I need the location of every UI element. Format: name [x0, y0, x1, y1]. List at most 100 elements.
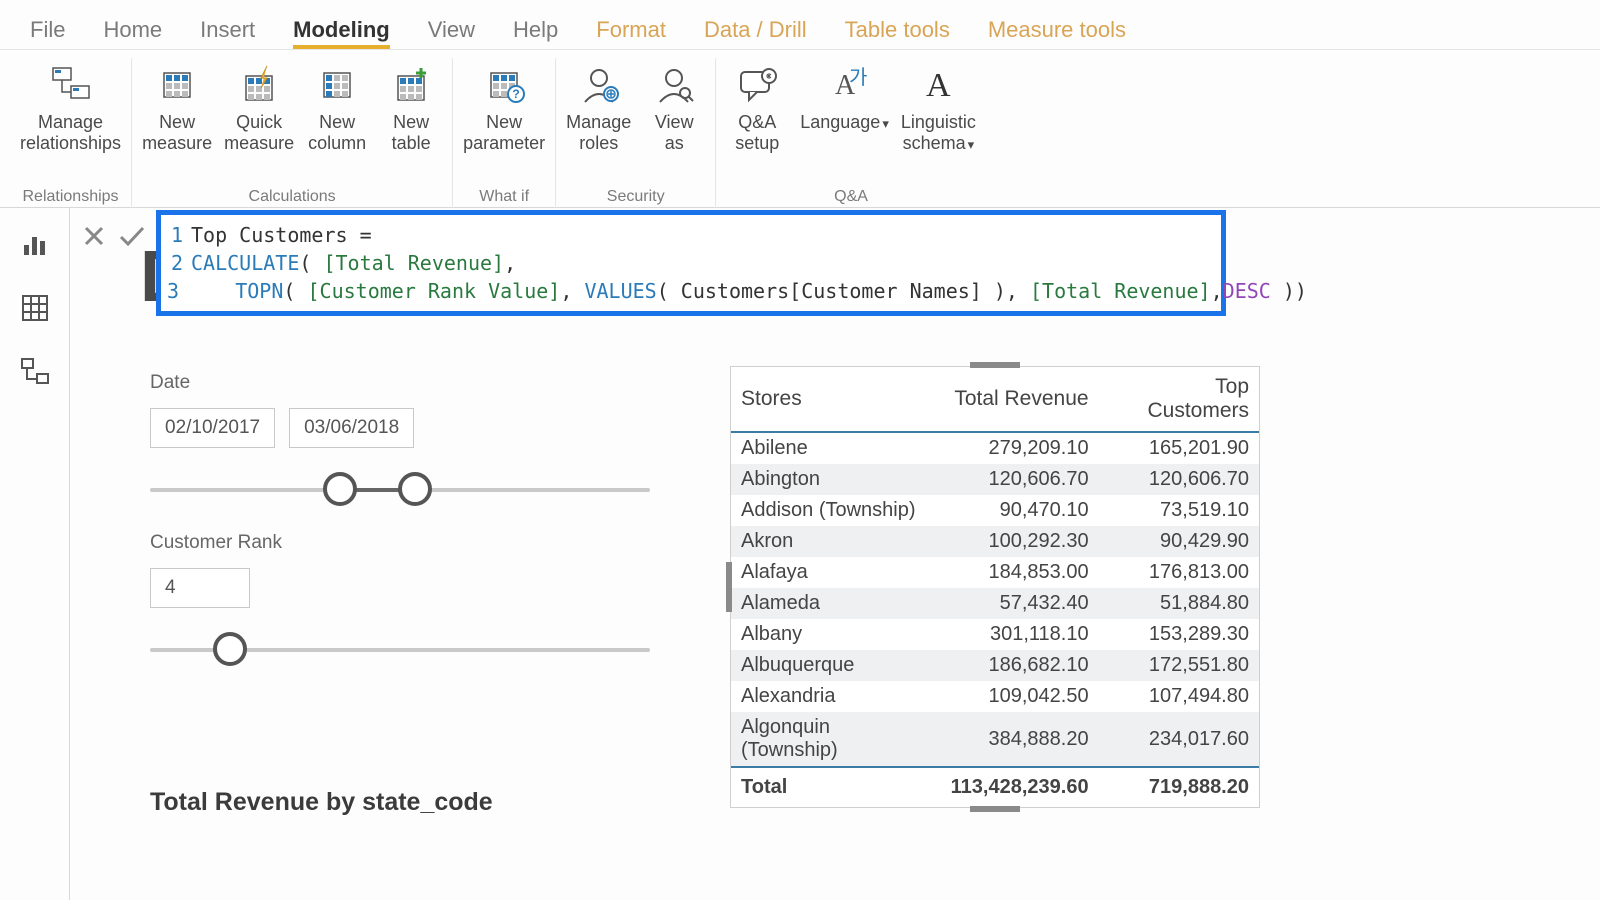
rank-value-input[interactable]: 4	[150, 568, 250, 608]
schema-icon: A	[914, 62, 962, 108]
quick-measure-icon	[235, 62, 283, 108]
date-to-input[interactable]: 03/06/2018	[289, 408, 414, 448]
code-line[interactable]: Top Customers =	[191, 221, 384, 249]
menu-view[interactable]: View	[428, 17, 475, 49]
ribbon-group-calculations: NewmeasureQuickmeasureNewcolumnNewtableC…	[132, 58, 453, 208]
table-row[interactable]: Albuquerque186,682.10172,551.80	[731, 650, 1259, 681]
ribbon-group-label: Relationships	[23, 188, 119, 208]
line-number: 2	[167, 249, 191, 277]
data-icon	[20, 293, 50, 323]
chevron-down-icon: ▾	[882, 116, 889, 131]
value-cell: 109,042.50	[941, 681, 1099, 712]
menu-measure-tools[interactable]: Measure tools	[988, 17, 1126, 49]
manage-relationships-button[interactable]: Managerelationships	[16, 58, 125, 188]
value-cell: 73,519.10	[1099, 495, 1259, 526]
quick-measure-button[interactable]: Quickmeasure	[220, 58, 298, 188]
column-header[interactable]: Total Revenue	[941, 367, 1099, 432]
ribbon-button-label: Q&Asetup	[735, 112, 779, 153]
menu-insert[interactable]: Insert	[200, 17, 255, 49]
menu-file[interactable]: File	[30, 17, 65, 49]
language-button[interactable]: A가Language▾	[796, 58, 893, 188]
column-header[interactable]: Top Customers	[1099, 367, 1259, 432]
table-row[interactable]: Alameda57,432.4051,884.80	[731, 588, 1259, 619]
ribbon-button-label: Viewas	[655, 112, 694, 153]
date-slicer[interactable]: Date 02/10/2017 03/06/2018	[150, 372, 650, 508]
table-row[interactable]: Addison (Township)90,470.1073,519.10	[731, 495, 1259, 526]
view-as-button[interactable]: Viewas	[639, 58, 709, 188]
data-view-button[interactable]	[15, 288, 55, 328]
resize-handle-left[interactable]	[726, 562, 732, 612]
line-number: 1	[167, 221, 191, 249]
linguistic-schema-button[interactable]: ALinguisticschema▾	[897, 58, 980, 188]
commit-formula-button[interactable]	[118, 222, 146, 250]
view-as-icon	[650, 62, 698, 108]
ribbon-group-what-if: ?NewparameterWhat if	[453, 58, 556, 208]
menu-table-tools[interactable]: Table tools	[845, 17, 950, 49]
store-cell: Addison (Township)	[731, 495, 941, 526]
ribbon-group-label: Q&A	[834, 188, 868, 208]
new-measure-button[interactable]: Newmeasure	[138, 58, 216, 188]
new-table-button[interactable]: Newtable	[376, 58, 446, 188]
customer-rank-slicer[interactable]: Customer Rank 4	[150, 532, 650, 668]
store-cell: Alexandria	[731, 681, 941, 712]
table-row[interactable]: Akron100,292.3090,429.90	[731, 526, 1259, 557]
table-row[interactable]: Alafaya184,853.00176,813.00	[731, 557, 1259, 588]
footer-cell: Total	[731, 767, 941, 807]
menu-modeling[interactable]: Modeling	[293, 17, 390, 49]
report-view-button[interactable]	[15, 224, 55, 264]
code-line[interactable]: TOPN( [Customer Rank Value], VALUES( Cus…	[187, 277, 1307, 305]
ribbon-button-label: Quickmeasure	[224, 112, 294, 153]
date-range-slider[interactable]	[150, 472, 650, 508]
value-cell: 165,201.90	[1099, 432, 1259, 464]
model-view-button[interactable]	[15, 352, 55, 392]
formula-bar[interactable]: 1Top Customers = 2CALCULATE( [Total Reve…	[156, 210, 1226, 316]
menu-help[interactable]: Help	[513, 17, 558, 49]
value-cell: 234,017.60	[1099, 712, 1259, 767]
slider-thumb[interactable]	[213, 632, 247, 666]
svg-text:가: 가	[849, 66, 867, 89]
new-parameter-button[interactable]: ?Newparameter	[459, 58, 549, 188]
report-icon	[20, 229, 50, 259]
table-row[interactable]: Abington120,606.70120,606.70	[731, 464, 1259, 495]
slider-thumb-start[interactable]	[323, 472, 357, 506]
qna-icon	[733, 62, 781, 108]
stores-table-visual[interactable]: StoresTotal RevenueTop Customers Abilene…	[730, 366, 1260, 808]
ribbon-group-label: What if	[479, 188, 529, 208]
value-cell: 90,429.90	[1099, 526, 1259, 557]
menu-home[interactable]: Home	[103, 17, 162, 49]
ribbon-button-label: Newmeasure	[142, 112, 212, 153]
qna-setup-button[interactable]: Q&Asetup	[722, 58, 792, 188]
table-row[interactable]: Albany301,118.10153,289.30	[731, 619, 1259, 650]
ribbon-button-label: Newparameter	[463, 112, 545, 153]
table-row[interactable]: Algonquin (Township)384,888.20234,017.60	[731, 712, 1259, 767]
new-column-button[interactable]: Newcolumn	[302, 58, 372, 188]
value-cell: 184,853.00	[941, 557, 1099, 588]
svg-text:A: A	[926, 67, 951, 104]
value-cell: 176,813.00	[1099, 557, 1259, 588]
manage-roles-icon	[575, 62, 623, 108]
table-row[interactable]: Abilene279,209.10165,201.90	[731, 432, 1259, 464]
ribbon-group-label: Security	[607, 188, 665, 208]
value-cell: 301,118.10	[941, 619, 1099, 650]
ribbon-button-label: Newtable	[392, 112, 431, 153]
store-cell: Albuquerque	[731, 650, 941, 681]
table-row[interactable]: Alexandria109,042.50107,494.80	[731, 681, 1259, 712]
slider-thumb-end[interactable]	[398, 472, 432, 506]
footer-cell: 719,888.20	[1099, 767, 1259, 807]
code-line[interactable]: CALCULATE( [Total Revenue],	[191, 249, 516, 277]
value-cell: 279,209.10	[941, 432, 1099, 464]
ribbon-group-security: Manageroles Viewas Security	[556, 58, 716, 208]
menu-data-drill[interactable]: Data / Drill	[704, 17, 807, 49]
date-from-input[interactable]: 02/10/2017	[150, 408, 275, 448]
cancel-formula-button[interactable]	[80, 222, 108, 250]
column-header[interactable]: Stores	[731, 367, 941, 432]
store-cell: Abilene	[731, 432, 941, 464]
formula-bar-container: 1Top Customers = 2CALCULATE( [Total Reve…	[80, 210, 1600, 306]
menu-format[interactable]: Format	[596, 17, 666, 49]
chart-title: Total Revenue by state_code	[150, 788, 493, 817]
ribbon-button-label: Newcolumn	[308, 112, 366, 153]
rank-slider[interactable]	[150, 632, 650, 668]
manage-roles-button[interactable]: Manageroles	[562, 58, 635, 188]
store-cell: Albany	[731, 619, 941, 650]
value-cell: 100,292.30	[941, 526, 1099, 557]
